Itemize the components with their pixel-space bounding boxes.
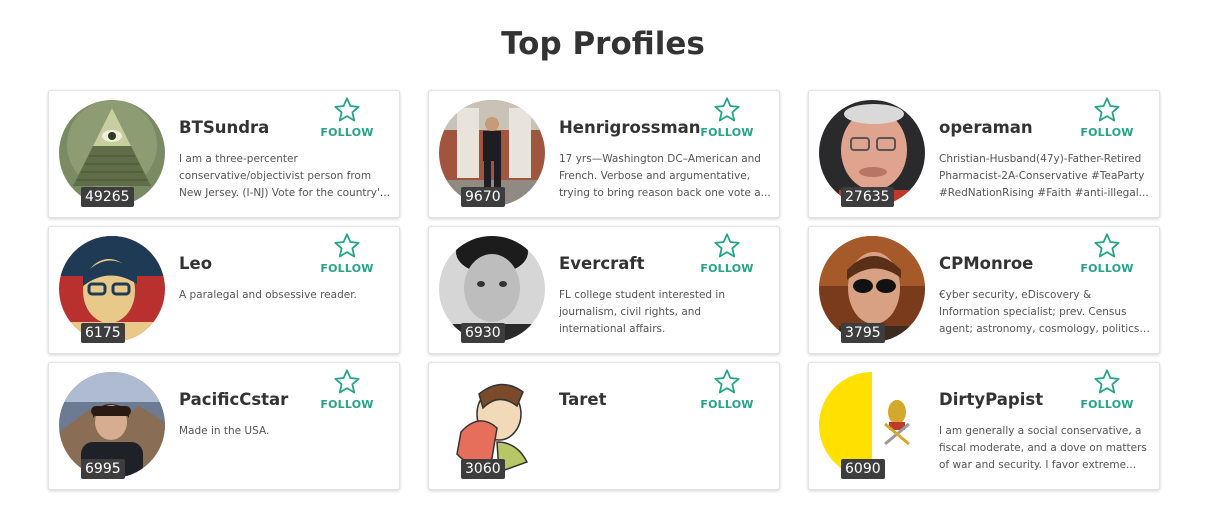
profile-name[interactable]: Taret bbox=[559, 390, 606, 409]
score-badge: 9670 bbox=[461, 187, 505, 207]
profile-card[interactable]: 9670 Henrigrossman FOLLOW 17 yrs—Washing… bbox=[428, 90, 780, 218]
star-icon bbox=[1094, 97, 1120, 122]
follow-button[interactable]: FOLLOW bbox=[697, 96, 757, 139]
follow-button[interactable]: FOLLOW bbox=[697, 368, 757, 411]
profile-card[interactable]: 6930 Evercraft FOLLOW FL college student… bbox=[428, 226, 780, 354]
star-icon bbox=[1094, 233, 1120, 258]
follow-button[interactable]: FOLLOW bbox=[697, 232, 757, 275]
profile-bio: 17 yrs—Washington DC–American and French… bbox=[559, 153, 771, 199]
profile-bio: Christian-Husband(47y)-Father-Retired Ph… bbox=[939, 153, 1149, 199]
score-badge: 6930 bbox=[461, 323, 505, 343]
follow-button[interactable]: FOLLOW bbox=[1077, 368, 1137, 411]
follow-label: FOLLOW bbox=[320, 398, 374, 411]
profile-card[interactable]: 3060 Taret FOLLOW bbox=[428, 362, 780, 490]
score-badge: 3060 bbox=[461, 459, 505, 479]
follow-label: FOLLOW bbox=[700, 398, 754, 411]
star-icon bbox=[714, 369, 740, 394]
score-badge: 6995 bbox=[81, 459, 125, 479]
follow-label: FOLLOW bbox=[700, 262, 754, 275]
follow-label: FOLLOW bbox=[1080, 126, 1134, 139]
star-icon bbox=[334, 369, 360, 394]
profile-bio: FL college student interested in journal… bbox=[559, 289, 725, 335]
star-icon bbox=[714, 233, 740, 258]
follow-label: FOLLOW bbox=[1080, 398, 1134, 411]
profile-card[interactable]: 6090 DirtyPapist FOLLOW I am generally a… bbox=[808, 362, 1160, 490]
score-badge: 6090 bbox=[841, 459, 885, 479]
profile-bio: I am a three-percenter conservative/obje… bbox=[179, 153, 390, 199]
profile-name[interactable]: operaman bbox=[939, 118, 1033, 137]
score-badge: 3795 bbox=[841, 323, 885, 343]
score-badge: 27635 bbox=[841, 187, 894, 207]
profile-bio: Made in the USA. bbox=[179, 425, 270, 437]
star-icon bbox=[334, 233, 360, 258]
follow-button[interactable]: FOLLOW bbox=[317, 232, 377, 275]
follow-button[interactable]: FOLLOW bbox=[1077, 232, 1137, 275]
profile-name[interactable]: BTSundra bbox=[179, 118, 269, 137]
star-icon bbox=[1094, 369, 1120, 394]
profile-card[interactable]: 6995 PacificCstar FOLLOW Made in the USA… bbox=[48, 362, 400, 490]
follow-label: FOLLOW bbox=[1080, 262, 1134, 275]
follow-label: FOLLOW bbox=[320, 126, 374, 139]
profile-name[interactable]: Leo bbox=[179, 254, 212, 273]
profile-bio: €yber security, eDiscovery & Information… bbox=[939, 289, 1140, 335]
profile-bio: A paralegal and obsessive reader. bbox=[179, 289, 357, 301]
follow-button[interactable]: FOLLOW bbox=[317, 368, 377, 411]
profile-name[interactable]: DirtyPapist bbox=[939, 390, 1043, 409]
profile-name[interactable]: CPMonroe bbox=[939, 254, 1033, 273]
profile-name[interactable]: Henrigrossman bbox=[559, 118, 701, 137]
score-badge: 6175 bbox=[81, 323, 125, 343]
profile-bio: I am generally a social conservative, a … bbox=[939, 425, 1147, 471]
profile-name[interactable]: Evercraft bbox=[559, 254, 644, 273]
profile-card[interactable]: 49265 BTSundra FOLLOW I am a three-perce… bbox=[48, 90, 400, 218]
profile-card[interactable]: 6175 Leo FOLLOW A paralegal and obsessiv… bbox=[48, 226, 400, 354]
score-badge: 49265 bbox=[81, 187, 134, 207]
page-title: Top Profiles bbox=[501, 26, 705, 62]
profile-name[interactable]: PacificCstar bbox=[179, 390, 288, 409]
profile-card[interactable]: 3795 CPMonroe FOLLOW €yber security, eDi… bbox=[808, 226, 1160, 354]
follow-label: FOLLOW bbox=[700, 126, 754, 139]
follow-button[interactable]: FOLLOW bbox=[317, 96, 377, 139]
follow-button[interactable]: FOLLOW bbox=[1077, 96, 1137, 139]
profile-card[interactable]: 27635 operaman FOLLOW Christian-Husband(… bbox=[808, 90, 1160, 218]
star-icon bbox=[334, 97, 360, 122]
star-icon bbox=[714, 97, 740, 122]
follow-label: FOLLOW bbox=[320, 262, 374, 275]
